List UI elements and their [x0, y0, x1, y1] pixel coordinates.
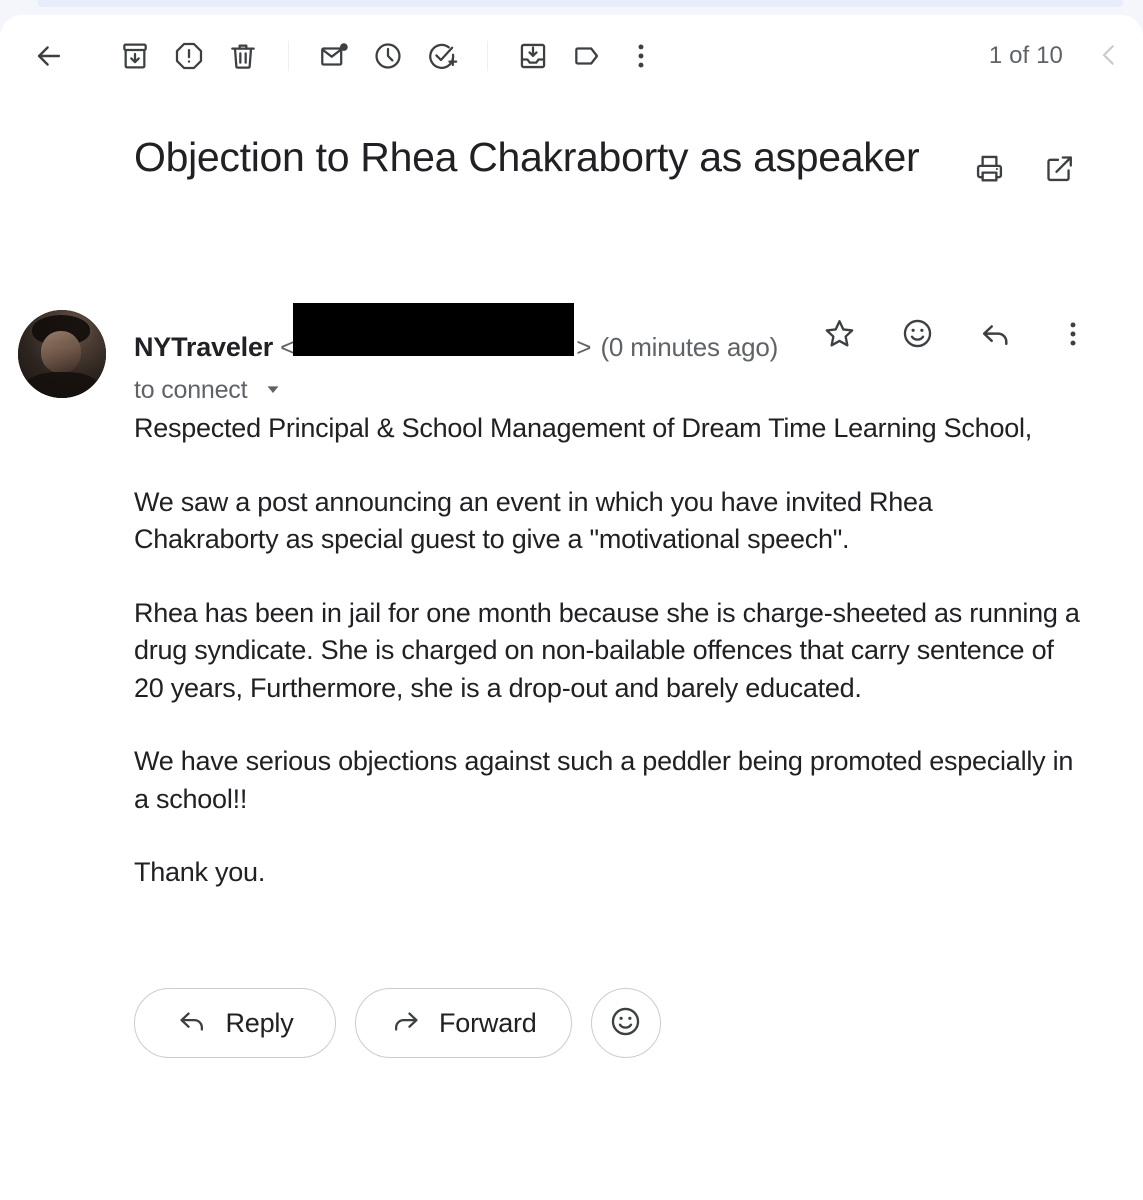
- gmail-message-screen: 1 of 10 Objection to Rhea Chakraborty as…: [0, 0, 1143, 1200]
- star-button[interactable]: [815, 311, 863, 359]
- sender-line: NYTraveler < > (0 minutes ago): [134, 303, 797, 363]
- emoji-react-button[interactable]: [893, 311, 941, 359]
- more-vertical-icon: [625, 40, 657, 72]
- message-body: Respected Principal & School Management …: [134, 410, 1084, 892]
- body-paragraph: Thank you.: [134, 857, 266, 888]
- reply-arrow-icon: [978, 316, 1013, 354]
- recipient-details-toggle[interactable]: [256, 378, 290, 403]
- message-action-bar: Reply Forward: [134, 988, 661, 1058]
- sender-row: NYTraveler < > (0 minutes ago) to connec…: [0, 303, 1143, 405]
- message-toolbar: 1 of 10: [0, 16, 1143, 96]
- email-angle-close: >: [576, 332, 592, 362]
- move-to-inbox-button[interactable]: [506, 29, 560, 83]
- smiley-icon: [608, 1004, 643, 1042]
- add-to-tasks-icon: [426, 40, 458, 72]
- star-icon: [822, 316, 857, 354]
- body-paragraph: We have serious objections against such …: [134, 746, 1074, 814]
- delete-button[interactable]: [216, 29, 270, 83]
- smiley-icon: [900, 316, 935, 354]
- print-icon: [973, 152, 1006, 188]
- sender-name[interactable]: NYTraveler: [134, 332, 273, 363]
- previous-message-button[interactable]: [1085, 32, 1133, 80]
- reply-button-label: Reply: [225, 1007, 294, 1038]
- message-timestamp: (0 minutes ago): [600, 332, 779, 362]
- subject-actions: [965, 130, 1083, 194]
- report-spam-button[interactable]: [162, 29, 216, 83]
- redacted-email-address: [293, 303, 575, 356]
- toolbar-divider-2: [487, 41, 488, 71]
- add-to-tasks-button[interactable]: [415, 29, 469, 83]
- reply-arrow-icon: [176, 1004, 208, 1043]
- snooze-clock-icon: [372, 40, 404, 72]
- avatar-face-shape: [40, 331, 82, 374]
- archive-icon: [119, 40, 151, 72]
- avatar: [18, 310, 106, 398]
- body-paragraph: We saw a post announcing an event in whi…: [134, 486, 933, 555]
- page-title: Objection to Rhea Chakraborty as aspeake…: [134, 134, 920, 180]
- chevron-left-icon: [1094, 40, 1124, 73]
- recipient-line: to connect: [134, 376, 797, 405]
- toolbar-divider: [288, 41, 289, 71]
- snooze-button[interactable]: [361, 29, 415, 83]
- mark-unread-button[interactable]: [307, 29, 361, 83]
- open-in-new-icon: [1043, 152, 1076, 188]
- body-paragraph: Respected Principal & School Management …: [134, 413, 1032, 443]
- forward-button-label: Forward: [439, 1007, 537, 1038]
- report-spam-icon: [173, 40, 205, 72]
- back-arrow-icon: [32, 39, 66, 73]
- move-to-inbox-icon: [517, 40, 549, 72]
- label-tag-icon: [571, 40, 603, 72]
- chevron-down-icon: [262, 378, 284, 403]
- labels-button[interactable]: [560, 29, 614, 83]
- print-button[interactable]: [965, 146, 1013, 194]
- archive-button[interactable]: [108, 29, 162, 83]
- message-counter: 1 of 10: [988, 42, 1063, 69]
- subject-row: Objection to Rhea Chakraborty as aspeake…: [0, 130, 1143, 194]
- more-options-button[interactable]: [614, 29, 668, 83]
- add-reaction-button[interactable]: [590, 988, 661, 1058]
- back-button[interactable]: [22, 29, 76, 83]
- background-strip: [38, 0, 1123, 7]
- forward-button[interactable]: Forward: [355, 988, 572, 1058]
- sender-details: NYTraveler < > (0 minutes ago) to connec…: [134, 303, 797, 405]
- avatar-body-shape: [25, 371, 99, 398]
- mark-unread-icon: [318, 40, 350, 72]
- trash-icon: [227, 40, 259, 72]
- reply-button[interactable]: Reply: [134, 988, 336, 1058]
- forward-arrow-icon: [390, 1004, 422, 1043]
- more-vertical-icon: [1057, 318, 1089, 353]
- open-in-new-window-button[interactable]: [1035, 146, 1083, 194]
- message-more-button[interactable]: [1049, 311, 1097, 359]
- message-actions: [815, 303, 1097, 359]
- body-paragraph: Rhea has been in jail for one month beca…: [134, 597, 1080, 703]
- reply-icon-button[interactable]: [971, 311, 1019, 359]
- recipient-label: to connect: [134, 376, 248, 404]
